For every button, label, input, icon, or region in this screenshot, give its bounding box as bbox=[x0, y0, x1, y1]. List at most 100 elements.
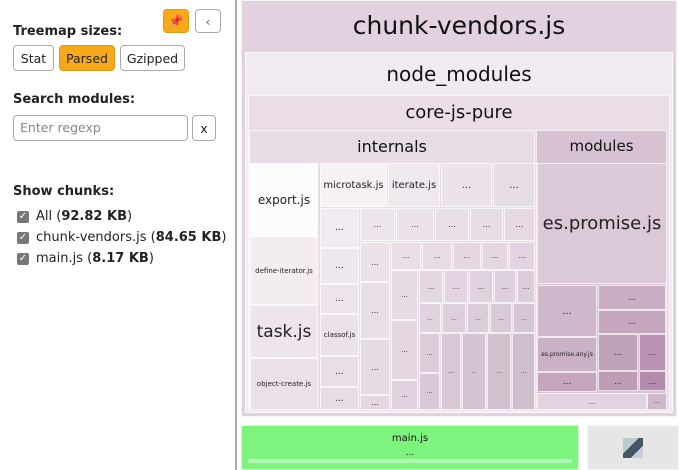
module-cell[interactable]: ... bbox=[441, 333, 461, 410]
image-thumbnail-icon bbox=[623, 437, 643, 458]
module-cell[interactable]: ... bbox=[320, 248, 359, 284]
treemap[interactable]: chunk-vendors.js node_modules core-js-pu… bbox=[239, 0, 679, 470]
search-modules-label: Search modules: bbox=[13, 92, 136, 107]
chunk-main-checkbox[interactable]: ✓ main.js (8.17 KB) bbox=[17, 251, 154, 266]
node-modules-label: node_modules bbox=[386, 62, 532, 86]
module-cell[interactable]: ... bbox=[512, 333, 535, 410]
module-label: ... bbox=[452, 282, 460, 291]
main-js-child-cell[interactable] bbox=[248, 459, 572, 463]
chunk-all-checkbox[interactable]: ✓ All (92.82 KB) bbox=[17, 209, 132, 224]
module-cell[interactable]: ... bbox=[360, 208, 395, 241]
module-cell[interactable]: ... bbox=[467, 303, 489, 333]
es-promise-any-cell[interactable]: es.promise.any.js bbox=[537, 337, 597, 372]
module-cell[interactable]: ... bbox=[462, 333, 486, 410]
module-label: ... bbox=[411, 220, 419, 229]
module-cell[interactable]: ... bbox=[537, 285, 597, 337]
size-parsed-button[interactable]: Parsed bbox=[59, 45, 115, 71]
show-chunks-label: Show chunks: bbox=[13, 184, 115, 199]
module-cell[interactable]: ... bbox=[442, 303, 466, 333]
module-cell[interactable]: ... bbox=[396, 208, 434, 241]
module-cell[interactable]: ... bbox=[419, 270, 443, 303]
module-cell[interactable]: ... bbox=[537, 372, 597, 392]
module-cell[interactable]: ... bbox=[444, 270, 468, 303]
module-cell[interactable]: ... bbox=[598, 310, 666, 334]
module-cell[interactable]: ... bbox=[441, 163, 492, 207]
module-label: ... bbox=[562, 377, 572, 387]
module-cell[interactable]: ... bbox=[482, 242, 508, 270]
module-cell[interactable]: ... bbox=[360, 395, 390, 410]
module-label: ... bbox=[627, 317, 637, 327]
checkbox-icon: ✓ bbox=[17, 231, 29, 244]
module-label: es.promise.js bbox=[542, 213, 662, 234]
module-cell[interactable]: ... bbox=[391, 380, 418, 410]
module-label: ... bbox=[335, 294, 344, 304]
task-cell[interactable]: task.js bbox=[250, 305, 318, 358]
checkbox-icon: ✓ bbox=[17, 252, 29, 265]
module-label: ... bbox=[373, 220, 382, 229]
module-cell[interactable]: ... bbox=[517, 270, 535, 303]
module-cell[interactable]: ... bbox=[598, 334, 638, 371]
module-cell[interactable]: ... bbox=[639, 371, 666, 391]
module-cell[interactable]: ... bbox=[360, 282, 390, 339]
object-create-cell[interactable]: object-create.js bbox=[250, 358, 318, 410]
module-cell[interactable]: ... bbox=[422, 242, 452, 270]
module-cell[interactable]: ... bbox=[513, 303, 535, 333]
module-cell[interactable]: ... bbox=[639, 334, 666, 371]
module-cell[interactable]: ... bbox=[320, 356, 359, 387]
pin-button[interactable]: 📌 bbox=[163, 9, 189, 33]
treemap-sizes-label: Treemap sizes: bbox=[13, 24, 123, 39]
chunk-vendors-title: chunk-vendors.js bbox=[352, 11, 566, 40]
module-label: es.promise.any.js bbox=[541, 351, 593, 358]
module-label: ... bbox=[401, 391, 408, 399]
classof-cell[interactable]: classof.js bbox=[320, 314, 359, 356]
module-cell[interactable]: ... bbox=[320, 284, 359, 314]
collapse-button[interactable]: ‹ bbox=[195, 9, 221, 33]
module-cell[interactable]: ... bbox=[647, 393, 667, 410]
es-promise-cell[interactable]: es.promise.js bbox=[537, 163, 667, 284]
chunk-vendors-checkbox[interactable]: ✓ chunk-vendors.js (84.65 KB) bbox=[17, 230, 226, 245]
search-input[interactable]: Enter regexp bbox=[13, 115, 188, 141]
module-cell[interactable]: ... bbox=[391, 320, 418, 380]
module-cell[interactable]: ... bbox=[391, 270, 418, 320]
export-cell[interactable]: export.js bbox=[250, 163, 318, 236]
module-label: ... bbox=[448, 368, 454, 375]
main-js-cell[interactable]: main.js ... bbox=[241, 425, 579, 470]
module-cell[interactable]: ... bbox=[435, 208, 469, 241]
module-label: ... bbox=[509, 179, 519, 191]
module-label: ... bbox=[426, 388, 433, 395]
microtask-cell[interactable]: microtask.js bbox=[320, 163, 387, 207]
module-cell[interactable]: ... bbox=[598, 371, 638, 391]
module-label: ... bbox=[518, 252, 526, 260]
module-cell[interactable]: ... bbox=[469, 270, 493, 303]
checkbox-icon: ✓ bbox=[17, 210, 29, 223]
module-cell[interactable]: ... bbox=[494, 270, 516, 303]
module-cell[interactable]: ... bbox=[537, 393, 647, 410]
asset-cell[interactable] bbox=[587, 425, 679, 470]
module-cell[interactable]: ... bbox=[391, 242, 421, 270]
define-iterator-cell[interactable]: define-iterator.js bbox=[250, 236, 318, 305]
size-gzipped-button[interactable]: Gzipped bbox=[120, 45, 185, 71]
module-cell[interactable]: ... bbox=[419, 303, 441, 333]
module-cell[interactable]: ... bbox=[470, 208, 503, 241]
size-stat-button[interactable]: Stat bbox=[13, 45, 54, 71]
module-cell[interactable]: ... bbox=[320, 387, 359, 410]
module-cell[interactable]: ... bbox=[419, 373, 440, 410]
module-cell[interactable]: ... bbox=[504, 208, 535, 241]
module-cell[interactable]: ... bbox=[360, 339, 390, 395]
clear-search-button[interactable]: x bbox=[192, 115, 216, 141]
module-cell[interactable]: ... bbox=[360, 242, 390, 282]
module-label: ... bbox=[426, 349, 433, 357]
module-cell[interactable]: ... bbox=[598, 285, 666, 310]
module-cell[interactable]: ... bbox=[493, 163, 535, 207]
module-cell[interactable]: ... bbox=[487, 333, 511, 410]
module-label: ... bbox=[371, 398, 379, 407]
pin-icon: 📌 bbox=[168, 14, 184, 28]
module-label: ... bbox=[427, 314, 433, 322]
module-cell[interactable]: ... bbox=[509, 242, 535, 270]
module-cell[interactable]: ... bbox=[453, 242, 481, 270]
module-cell[interactable]: ... bbox=[419, 333, 440, 373]
iterate-cell[interactable]: iterate.js bbox=[388, 163, 440, 207]
module-cell[interactable]: ... bbox=[490, 303, 512, 333]
module-cell[interactable]: ... bbox=[320, 208, 359, 248]
module-label: ... bbox=[463, 252, 471, 260]
